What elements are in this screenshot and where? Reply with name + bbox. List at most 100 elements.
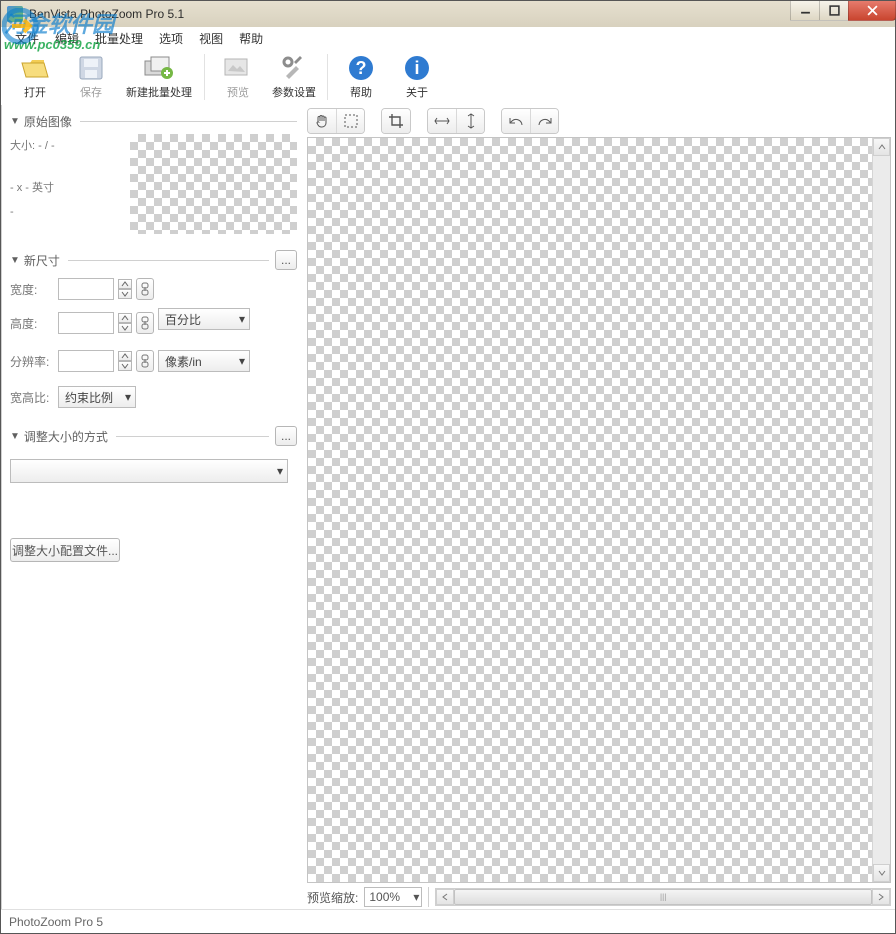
- tools-icon: [278, 52, 310, 84]
- resolution-unit-combo[interactable]: 像素/in ▾: [158, 350, 250, 372]
- about-button[interactable]: i 关于: [389, 51, 445, 103]
- resize-method-heading[interactable]: ▼ 调整大小的方式 ...: [10, 426, 297, 446]
- menu-file[interactable]: 文件: [7, 28, 47, 49]
- width-input[interactable]: [58, 278, 114, 300]
- size-unit-value: 百分比: [165, 311, 201, 328]
- resolution-label: 分辨率:: [10, 353, 54, 370]
- preview-zoom-label: 预览缩放:: [307, 889, 358, 906]
- scroll-track[interactable]: |||: [454, 889, 872, 905]
- redo-button[interactable]: [530, 109, 558, 133]
- status-text: PhotoZoom Pro 5: [9, 915, 103, 929]
- close-button[interactable]: [848, 1, 896, 21]
- separator: [428, 887, 429, 907]
- flip-horizontal-button[interactable]: [428, 109, 456, 133]
- heading-rule: [116, 436, 269, 437]
- undo-button[interactable]: [502, 109, 530, 133]
- canvas-toolbar: [303, 105, 895, 137]
- svg-text:?: ?: [356, 58, 367, 78]
- resize-config-label: 调整大小配置文件...: [12, 542, 118, 559]
- scroll-right-icon[interactable]: [872, 889, 890, 905]
- resolution-unit-value: 像素/in: [165, 353, 202, 370]
- width-spinner[interactable]: [118, 279, 132, 299]
- heading-rule: [68, 260, 269, 261]
- menu-batch[interactable]: 批量处理: [87, 28, 151, 49]
- scroll-track[interactable]: [873, 156, 890, 864]
- save-button[interactable]: 保存: [63, 51, 119, 103]
- scroll-thumb[interactable]: |||: [454, 889, 872, 905]
- maximize-button[interactable]: [819, 1, 849, 21]
- menu-bar: 文件 编辑 批量处理 选项 视图 帮助: [1, 27, 895, 49]
- resolution-input[interactable]: [58, 350, 114, 372]
- crop-tool-button[interactable]: [382, 109, 410, 133]
- preset-button[interactable]: ...: [275, 250, 297, 270]
- size-label: 大小: - / -: [10, 134, 120, 158]
- flip-vertical-button[interactable]: [456, 109, 484, 133]
- param-button[interactable]: 参数设置: [266, 51, 322, 103]
- main-area: 预览缩放: 100% ▾ |||: [303, 105, 895, 909]
- floppy-icon: [75, 52, 107, 84]
- main-toolbar: 打开 保存 新建批量处理 预览 参数设置: [1, 49, 895, 105]
- title-bar: BenVista PhotoZoom Pro 5.1: [1, 1, 895, 27]
- new-batch-button[interactable]: 新建批量处理: [119, 51, 199, 103]
- dpi-label: -: [10, 200, 120, 224]
- zoom-combo[interactable]: 100% ▾: [364, 887, 422, 907]
- size-unit-combo[interactable]: 百分比 ▾: [158, 308, 250, 330]
- resize-config-button[interactable]: 调整大小配置文件...: [10, 538, 120, 562]
- chevron-down-icon: ▾: [125, 390, 131, 404]
- resize-method-label: 调整大小的方式: [24, 428, 108, 445]
- height-label: 高度:: [10, 315, 54, 332]
- dimensions-label: - x - 英寸: [10, 176, 120, 200]
- original-thumbnail[interactable]: [130, 134, 297, 234]
- collapse-triangle-icon: ▼: [10, 255, 20, 266]
- new-size-label: 新尺寸: [24, 252, 60, 269]
- link-height-button[interactable]: [136, 312, 154, 334]
- original-info: 大小: - / - - x - 英寸 -: [10, 134, 120, 234]
- collapse-triangle-icon: ▼: [10, 116, 20, 127]
- original-image-label: 原始图像: [24, 113, 72, 130]
- scroll-down-icon[interactable]: [873, 864, 890, 882]
- minimize-button[interactable]: [790, 1, 820, 21]
- preview-button[interactable]: 预览: [210, 51, 266, 103]
- ratio-combo[interactable]: 约束比例 ▾: [58, 386, 136, 408]
- toolbar-separator: [204, 54, 205, 100]
- folder-open-icon: [19, 52, 51, 84]
- collapse-triangle-icon: ▼: [10, 431, 20, 442]
- chevron-down-icon: ▾: [239, 354, 245, 368]
- hand-tool-button[interactable]: [308, 109, 336, 133]
- original-image-heading[interactable]: ▼ 原始图像: [10, 113, 297, 130]
- preview-icon: [222, 52, 254, 84]
- help-button[interactable]: ? 帮助: [333, 51, 389, 103]
- preview-label: 预览: [227, 84, 249, 100]
- menu-view[interactable]: 视图: [191, 28, 231, 49]
- marquee-tool-button[interactable]: [336, 109, 364, 133]
- open-button[interactable]: 打开: [7, 51, 63, 103]
- height-spinner[interactable]: [118, 313, 132, 333]
- status-bar: PhotoZoom Pro 5: [1, 909, 895, 933]
- menu-options[interactable]: 选项: [151, 28, 191, 49]
- resize-method-combo[interactable]: ▾: [10, 459, 288, 483]
- chevron-down-icon: ▾: [413, 890, 419, 904]
- preview-canvas[interactable]: [308, 138, 872, 882]
- height-input[interactable]: [58, 312, 114, 334]
- method-settings-button[interactable]: ...: [275, 426, 297, 446]
- vertical-scrollbar[interactable]: [872, 138, 890, 882]
- heading-rule: [80, 121, 297, 122]
- resolution-spinner[interactable]: [118, 351, 132, 371]
- link-width-button[interactable]: [136, 278, 154, 300]
- chevron-down-icon: ▾: [239, 312, 245, 326]
- batch-icon: [143, 52, 175, 84]
- width-label: 宽度:: [10, 281, 54, 298]
- menu-help[interactable]: 帮助: [231, 28, 271, 49]
- link-res-button[interactable]: [136, 350, 154, 372]
- menu-edit[interactable]: 编辑: [47, 28, 87, 49]
- scroll-up-icon[interactable]: [873, 138, 890, 156]
- batch-label: 新建批量处理: [126, 84, 192, 100]
- svg-text:i: i: [414, 58, 419, 78]
- scroll-left-icon[interactable]: [436, 889, 454, 905]
- horizontal-scrollbar[interactable]: |||: [435, 888, 891, 906]
- new-size-heading[interactable]: ▼ 新尺寸 ...: [10, 250, 297, 270]
- toolbar-separator-2: [327, 54, 328, 100]
- help-label: 帮助: [350, 84, 372, 100]
- info-icon: i: [401, 52, 433, 84]
- help-icon: ?: [345, 52, 377, 84]
